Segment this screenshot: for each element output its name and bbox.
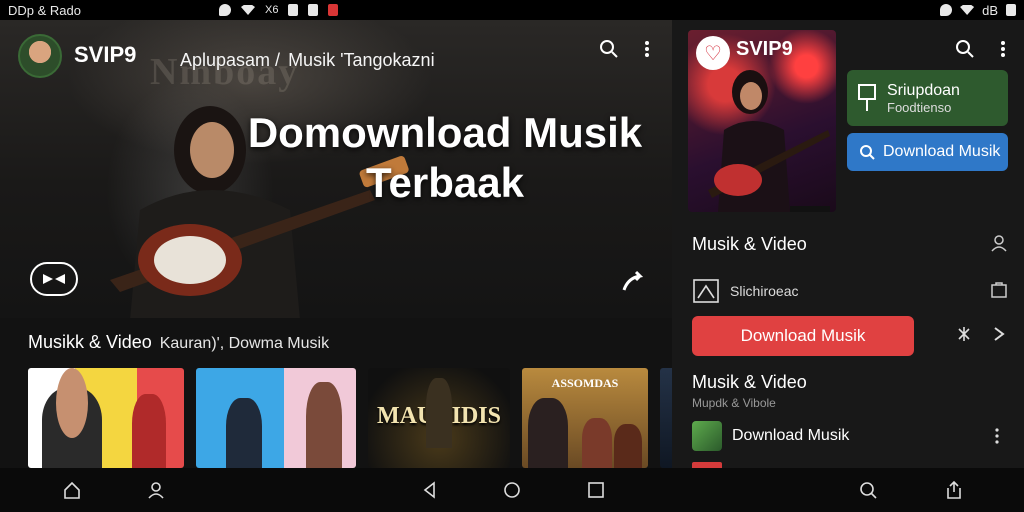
row-musik-video-2[interactable]: Musik & Video: [692, 372, 807, 393]
recents-icon[interactable]: [586, 480, 606, 500]
status-bar: DDp & Rado X6 dB: [0, 0, 1024, 20]
section-title: Musikk & Video: [28, 332, 152, 352]
location-icon: [940, 4, 953, 16]
thumbnail-person: [226, 398, 262, 468]
home-icon[interactable]: [502, 480, 522, 500]
brand-title: SVIP9: [74, 42, 137, 67]
person-icon[interactable]: [990, 234, 1008, 252]
wifi-icon-right: [960, 5, 975, 15]
thumbnail-person: [426, 378, 452, 448]
thumbnail-person: [56, 368, 88, 438]
search-icon[interactable]: [598, 38, 620, 60]
hero-banner[interactable]: Nmboay SVIP9 Aplupasam / Musik 'Tangokaz…: [0, 20, 672, 318]
thumbnail-person: [614, 424, 642, 468]
search-icon-right[interactable]: [954, 38, 976, 60]
thumbnail-title: ASSOMDAS: [551, 376, 619, 390]
list-item[interactable]: Download Musik: [692, 421, 1008, 451]
user-avatar[interactable]: [18, 34, 62, 78]
row-musik-video-2-sub: Mupdk & Vibole: [692, 396, 776, 410]
thumbnail-row: MAUDIDIS ASSOMDAS: [28, 368, 680, 468]
more-vert-icon[interactable]: [636, 38, 658, 60]
back-icon[interactable]: [420, 480, 440, 500]
play-button[interactable]: [30, 262, 78, 296]
bag-icon[interactable]: [990, 280, 1008, 298]
thumbnail-card[interactable]: MAUDIDIS: [368, 368, 510, 468]
hero-title-line1: Domownload Musik: [247, 109, 643, 156]
sim-text: X6: [264, 4, 279, 16]
chevron-right-icon[interactable]: [992, 326, 1006, 342]
thumbnail-person: [582, 418, 612, 468]
section-subtitle: Kauran)', Dowma Musik: [159, 335, 330, 352]
nav-home-icon[interactable]: [62, 480, 82, 500]
subscribe-text: Sriupdoan Foodtienso: [887, 82, 960, 115]
close-icon[interactable]: [956, 326, 972, 342]
right-panel: ♡ SVIP9 Sriupdoan Foodtienso Download Mu…: [672, 20, 1024, 468]
thumbnail-card[interactable]: ASSOMDAS: [522, 368, 648, 468]
status-left: DDp & Rado X6: [8, 2, 339, 18]
thumbnail-card[interactable]: [196, 368, 356, 468]
bottom-nav-bar: [0, 468, 1024, 512]
status-right-text: dB: [982, 2, 998, 18]
right-brand-title: SVIP9: [736, 38, 793, 60]
thumbnail-person: [528, 398, 568, 468]
header-nav: Aplupasam / Musik 'Tangokazni: [180, 50, 435, 71]
nav-search-icon[interactable]: [858, 480, 878, 500]
cover-badge: [790, 206, 830, 212]
row-secondary-label: Slichiroeac: [730, 283, 799, 299]
subscribe-line2: Foodtienso: [887, 99, 952, 115]
more-vert-icon-right[interactable]: [992, 38, 1014, 60]
status-icons: X6: [218, 4, 339, 16]
subscribe-line1: Sriupdoan: [887, 81, 960, 99]
notification-icon: [308, 4, 319, 16]
list-item-label: Download Musik: [732, 427, 850, 444]
status-right: dB: [940, 3, 1016, 18]
thumbnail-card[interactable]: [28, 368, 184, 468]
wifi-icon: [240, 5, 255, 15]
share-button[interactable]: [620, 270, 646, 296]
download-button-blue-label: Download Musik: [883, 143, 1001, 160]
alert-icon: [328, 4, 339, 16]
hero-title-line2: Terbaak: [366, 159, 524, 206]
chat-icon: [218, 4, 231, 16]
battery-icon: [288, 4, 299, 16]
download-button-blue[interactable]: Download Musik: [847, 133, 1008, 171]
row-secondary[interactable]: Slichiroeac: [692, 278, 798, 304]
download-button-red[interactable]: Download Musik: [692, 316, 914, 356]
nav-link-2[interactable]: Musik 'Tangokazni: [288, 50, 435, 71]
subscribe-button[interactable]: Sriupdoan Foodtienso: [847, 70, 1008, 126]
more-vert-icon-list[interactable]: [994, 428, 1000, 444]
play-icon: [43, 274, 65, 284]
thumbnail-person: [132, 394, 166, 468]
search-icon-small: [860, 145, 875, 160]
nav-link-1[interactable]: Aplupasam /: [180, 50, 280, 71]
row-musik-video[interactable]: Musik & Video: [692, 234, 807, 255]
section-header: Musikk & Video Kauran)', Dowma Musik: [28, 332, 329, 353]
gallery-icon: [693, 279, 719, 303]
thumbnail-person: [306, 382, 342, 468]
hero-title: Domownload Musik Terbaak: [230, 108, 660, 208]
battery-icon-right: [1006, 4, 1016, 16]
share-icon: [622, 270, 644, 291]
music-stand-icon: [858, 84, 876, 111]
list-item-thumbnail: [692, 421, 722, 451]
status-left-text: DDp & Rado: [8, 2, 81, 18]
nav-share-icon[interactable]: [944, 480, 964, 500]
nav-profile-icon[interactable]: [146, 480, 166, 500]
